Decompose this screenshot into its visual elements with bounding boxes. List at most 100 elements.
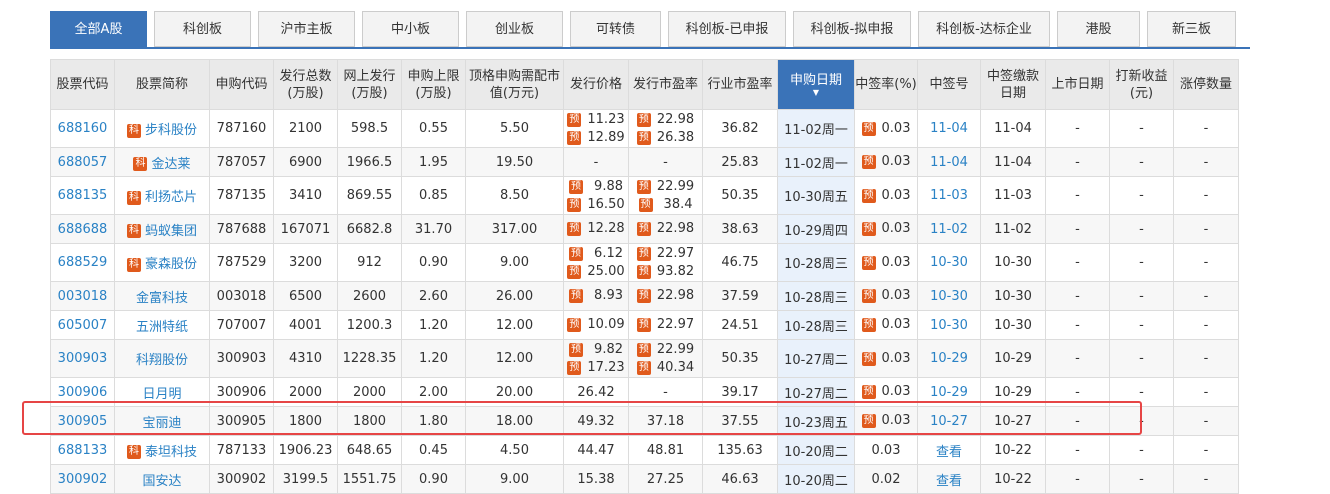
tab-7[interactable]: 科创板-拟申报 xyxy=(793,11,911,47)
tab-5[interactable]: 可转债 xyxy=(570,11,661,47)
header-2[interactable]: 申购代码 xyxy=(209,59,274,110)
cell-value[interactable]: 300903 xyxy=(58,351,108,366)
header-8[interactable]: 发行市盈率 xyxy=(628,59,703,110)
estimate-badge-icon: 预 xyxy=(861,255,876,270)
header-6[interactable]: 顶格申购需配市值(万元) xyxy=(465,59,564,110)
cell-value[interactable]: 查看 xyxy=(936,474,962,489)
cell-value[interactable]: 五洲特纸 xyxy=(136,320,188,335)
cell-zt: - xyxy=(1173,243,1239,282)
cell-value: 37.18 xyxy=(646,413,685,429)
cell-value[interactable]: 蚂蚁集团 xyxy=(145,224,197,239)
header-13[interactable]: 中签缴款日期 xyxy=(980,59,1046,110)
cell-value[interactable]: 688160 xyxy=(58,121,108,136)
cell-ipe: 37.55 xyxy=(702,406,778,436)
cell-value: - xyxy=(1075,442,1080,458)
cell-online: 1800 xyxy=(337,406,402,436)
cell-online: 648.65 xyxy=(337,435,402,465)
header-9[interactable]: 行业市盈率 xyxy=(702,59,778,110)
cell-value[interactable]: 步科股份 xyxy=(145,123,197,138)
cell-value[interactable]: 10-30 xyxy=(930,318,968,333)
cell-pay: 10-27 xyxy=(980,406,1046,436)
cell-value[interactable]: 688135 xyxy=(58,188,108,203)
cell-value[interactable]: 605007 xyxy=(58,318,108,333)
cell-value[interactable]: 300905 xyxy=(58,414,108,429)
cell-value[interactable]: 日月明 xyxy=(142,387,181,402)
cell-value[interactable]: 金达莱 xyxy=(151,157,190,172)
cell-value[interactable]: 宝丽迪 xyxy=(142,416,181,431)
cell-value[interactable]: 10-27 xyxy=(930,414,968,429)
header-16[interactable]: 涨停数量 xyxy=(1173,59,1239,110)
header-7[interactable]: 发行价格 xyxy=(563,59,629,110)
cell-pay: 10-30 xyxy=(980,243,1046,282)
cell-value[interactable]: 11-03 xyxy=(930,188,968,203)
estimate-badge-icon: 预 xyxy=(567,130,582,145)
header-label: 网上发行(万股) xyxy=(343,68,396,101)
cell-value: 6900 xyxy=(288,154,323,170)
cell-value[interactable]: 10-29 xyxy=(930,385,968,400)
cell-name: 科利扬芯片 xyxy=(114,176,210,215)
cell-cap: 18.00 xyxy=(465,406,564,436)
estimate-line: 预 38.4 xyxy=(630,196,702,214)
header-14[interactable]: 上市日期 xyxy=(1045,59,1110,110)
cell-value[interactable]: 11-04 xyxy=(930,155,968,170)
header-5[interactable]: 申购上限(万股) xyxy=(401,59,466,110)
table-row: 688057 科金达莱 787057 6900 1966.5 1.95 19.50 - - 25.… xyxy=(50,147,1239,177)
kechuang-badge-icon: 科 xyxy=(126,224,141,238)
cell-cap: 9.00 xyxy=(465,464,564,494)
cell-value[interactable]: 11-04 xyxy=(930,121,968,136)
cell-value[interactable]: 688057 xyxy=(58,155,108,170)
cell-pe: 预 22.99 预 40.34 xyxy=(628,339,703,378)
estimate-badge-icon: 预 xyxy=(636,246,651,261)
cell-value[interactable]: 科翔股份 xyxy=(136,353,188,368)
cell-value[interactable]: 10-30 xyxy=(930,255,968,270)
cell-value[interactable]: 300906 xyxy=(58,385,108,400)
tab-1[interactable]: 科创板 xyxy=(154,11,251,47)
tab-4[interactable]: 创业板 xyxy=(466,11,563,47)
tab-2[interactable]: 沪市主板 xyxy=(258,11,355,47)
cell-list: - xyxy=(1045,310,1110,340)
cell-value[interactable]: 查看 xyxy=(936,445,962,460)
tab-0[interactable]: 全部A股 xyxy=(50,11,147,47)
cell-value[interactable]: 泰坦科技 xyxy=(145,445,197,460)
estimate-line: 预 8.93 xyxy=(565,287,628,305)
header-4[interactable]: 网上发行(万股) xyxy=(337,59,402,110)
cell-value: 10-22 xyxy=(994,442,1032,458)
tab-6[interactable]: 科创板-已申报 xyxy=(668,11,786,47)
header-15[interactable]: 打新收益(元) xyxy=(1109,59,1174,110)
cell-value[interactable]: 11-02 xyxy=(930,222,968,237)
header-3[interactable]: 发行总数(万股) xyxy=(273,59,338,110)
table-row: 300905 宝丽迪 300905 1800 1800 1.80 18.00 49.32 37.… xyxy=(50,406,1239,436)
cell-value[interactable]: 豪森股份 xyxy=(145,257,197,272)
header-1[interactable]: 股票简称 xyxy=(114,59,210,110)
cell-price: 预 10.09 xyxy=(563,310,629,340)
cell-value: 707007 xyxy=(216,317,267,333)
cell-value: 8.50 xyxy=(500,188,529,203)
header-11[interactable]: 中签率(%) xyxy=(854,59,918,110)
cell-value[interactable]: 10-30 xyxy=(930,289,968,304)
cell-value[interactable]: 300902 xyxy=(58,472,108,487)
cell-value[interactable]: 利扬芯片 xyxy=(145,190,197,205)
cell-value[interactable]: 688529 xyxy=(58,255,108,270)
header-12[interactable]: 中签号 xyxy=(917,59,981,110)
tab-3[interactable]: 中小板 xyxy=(362,11,459,47)
cell-value[interactable]: 国安达 xyxy=(142,474,181,489)
estimate-line: 预 0.03 xyxy=(856,412,917,430)
header-0[interactable]: 股票代码 xyxy=(50,59,115,110)
cell-value[interactable]: 688133 xyxy=(58,443,108,458)
cell-value[interactable]: 金富科技 xyxy=(136,291,188,306)
cell-value[interactable]: 003018 xyxy=(58,289,108,304)
cell-value: 0.02 xyxy=(871,471,901,487)
cell-code: 688688 xyxy=(50,214,115,244)
cell-value: 46.63 xyxy=(721,471,759,487)
tab-10[interactable]: 新三板 xyxy=(1147,11,1236,47)
cell-price: 26.42 xyxy=(563,377,629,407)
estimate-line: 预 22.98 xyxy=(630,287,702,305)
estimate-line: 预 0.03 xyxy=(856,220,917,238)
estimate-badge-icon: 预 xyxy=(567,112,582,127)
tab-8[interactable]: 科创板-达标企业 xyxy=(918,11,1050,47)
header-10[interactable]: 申购日期 ▼ xyxy=(777,59,855,110)
cell-online: 912 xyxy=(337,243,402,282)
cell-value[interactable]: 10-29 xyxy=(930,351,968,366)
cell-value[interactable]: 688688 xyxy=(58,222,108,237)
tab-9[interactable]: 港股 xyxy=(1057,11,1140,47)
